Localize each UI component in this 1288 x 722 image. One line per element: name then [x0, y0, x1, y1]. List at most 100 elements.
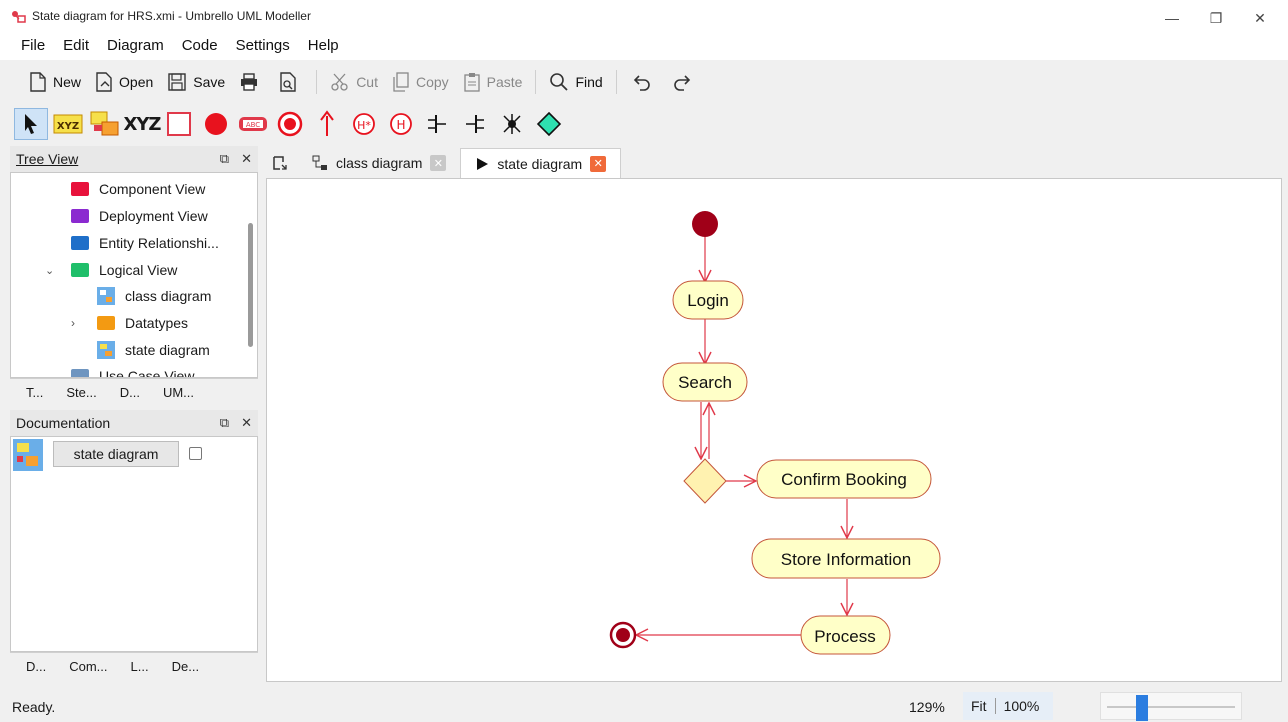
initial-state-tool-button[interactable]: [199, 108, 233, 140]
choice-node[interactable]: [683, 458, 727, 504]
state-process[interactable]: Process: [800, 615, 891, 655]
deep-history-icon: H*: [353, 113, 375, 135]
fork-tool-button[interactable]: [421, 108, 455, 140]
tree-item-use-case-view[interactable]: Use Case View: [71, 363, 194, 377]
documentation-checkbox[interactable]: [189, 447, 202, 460]
zoom-controls: Fit 100%: [963, 692, 1053, 720]
final-state-icon: [277, 111, 303, 137]
status-message: Ready.: [12, 699, 56, 715]
tab-uml[interactable]: UM...: [153, 385, 207, 400]
slider-track: [1107, 706, 1235, 708]
paste-label: Paste: [486, 74, 523, 90]
tab-debug[interactable]: De...: [162, 659, 212, 674]
float-icon[interactable]: ⧉: [220, 415, 229, 431]
tab-log[interactable]: L...: [121, 659, 162, 674]
tab-documentation[interactable]: D...: [16, 659, 59, 674]
state-search[interactable]: Search: [662, 362, 748, 402]
left-dock: Tree View ⧉ ✕ Component View Deployment V…: [10, 146, 258, 680]
new-button[interactable]: New: [22, 67, 88, 97]
tree-item-label: Entity Relationshi...: [99, 235, 219, 251]
tab-command-history[interactable]: Com...: [59, 659, 120, 674]
tree-item-component-view[interactable]: Component View: [71, 176, 205, 202]
join-tool-button[interactable]: [458, 108, 492, 140]
state-store-information[interactable]: Store Information: [751, 538, 941, 579]
tree-item-class-diagram[interactable]: class diagram: [97, 283, 211, 309]
fit-button[interactable]: Fit: [963, 698, 996, 714]
print-button[interactable]: [232, 67, 272, 97]
undo-button[interactable]: [623, 67, 665, 97]
box-icon: [167, 112, 191, 136]
tree-item-logical-view[interactable]: ⌄ Logical View: [45, 257, 177, 283]
select-tool-button[interactable]: [14, 108, 48, 140]
text-tool-button[interactable]: XYZ: [124, 108, 162, 140]
shallow-history-tool-button[interactable]: H: [384, 108, 418, 140]
toolbar-separator: [316, 70, 318, 94]
slider-thumb[interactable]: [1136, 695, 1148, 721]
documentation-header: Documentation ⧉ ✕: [10, 410, 258, 436]
tree-item-entity-relationship[interactable]: Entity Relationshi...: [71, 230, 219, 256]
scissors-icon: [331, 73, 348, 91]
save-label: Save: [193, 74, 226, 90]
tab-tree[interactable]: T...: [16, 385, 56, 400]
chevron-right-icon[interactable]: ›: [71, 316, 97, 330]
close-window-button[interactable]: ✕: [1240, 6, 1280, 30]
state-process-label: Process: [814, 627, 875, 646]
print-preview-button[interactable]: [272, 67, 310, 97]
tree-item-state-diagram[interactable]: state diagram: [97, 337, 210, 363]
tab-label: state diagram: [497, 155, 583, 172]
main-toolbar: New Open Save Cut Copy Paste Find: [0, 62, 1288, 102]
minimize-icon: —: [1165, 10, 1179, 26]
menu-file[interactable]: File: [12, 34, 54, 60]
state-diagram-icon: [13, 439, 43, 471]
tree-item-deployment-view[interactable]: Deployment View: [71, 203, 208, 229]
final-state-tool-button[interactable]: [273, 108, 307, 140]
menu-edit[interactable]: Edit: [54, 34, 98, 60]
menu-code[interactable]: Code: [173, 34, 227, 60]
zoom-100-button[interactable]: 100%: [996, 698, 1048, 714]
paste-button[interactable]: Paste: [456, 67, 530, 97]
save-button[interactable]: Save: [160, 67, 232, 97]
restore-button[interactable]: ❐: [1196, 6, 1236, 30]
tree-item-datatypes[interactable]: › Datatypes: [71, 310, 188, 336]
float-icon[interactable]: ⧉: [220, 151, 229, 167]
find-button[interactable]: Find: [542, 67, 609, 97]
menu-settings[interactable]: Settings: [227, 34, 299, 60]
close-icon: ✕: [1254, 9, 1266, 26]
diagram-tabs: class diagram ✕ state diagram ✕: [262, 146, 1282, 178]
redo-button[interactable]: [665, 67, 707, 97]
tab-class-diagram[interactable]: class diagram ✕: [298, 148, 460, 178]
diagram-name-button[interactable]: state diagram: [53, 441, 179, 467]
tab-state-diagram[interactable]: state diagram ✕: [460, 148, 622, 178]
tree-scrollbar[interactable]: [248, 223, 253, 347]
junction-tool-button[interactable]: [495, 108, 529, 140]
menu-diagram[interactable]: Diagram: [98, 34, 173, 60]
state-login[interactable]: Login: [672, 280, 744, 320]
composite-state-tool-button[interactable]: [88, 108, 122, 140]
close-icon[interactable]: ✕: [241, 151, 252, 167]
activity-tool-button[interactable]: ABC: [236, 108, 270, 140]
close-tab-icon[interactable]: ✕: [430, 155, 447, 171]
new-tab-button[interactable]: [262, 148, 298, 178]
deep-history-tool-button[interactable]: H*: [347, 108, 381, 140]
state-tool-button[interactable]: XYZ: [51, 108, 85, 140]
initial-state[interactable]: [692, 211, 718, 237]
transition-tool-button[interactable]: [310, 108, 344, 140]
close-icon[interactable]: ✕: [241, 415, 252, 431]
final-state[interactable]: [609, 621, 637, 649]
minimize-button[interactable]: —: [1152, 6, 1192, 30]
copy-button[interactable]: Copy: [385, 67, 456, 97]
tab-diagrams[interactable]: D...: [110, 385, 153, 400]
box-tool-button[interactable]: [162, 108, 196, 140]
state-confirm-booking[interactable]: Confirm Booking: [756, 459, 932, 499]
choice-tool-button[interactable]: [532, 108, 566, 140]
open-button[interactable]: Open: [88, 67, 160, 97]
cut-button[interactable]: Cut: [323, 67, 385, 97]
initial-state-icon: [205, 113, 227, 135]
tree-item-label: state diagram: [125, 342, 210, 358]
tab-stereotypes[interactable]: Ste...: [56, 385, 109, 400]
close-tab-icon[interactable]: ✕: [590, 155, 607, 172]
diagram-canvas[interactable]: Login Search Confirm Booking Store Infor…: [266, 178, 1282, 682]
menu-help[interactable]: Help: [299, 34, 348, 60]
zoom-slider[interactable]: [1100, 692, 1242, 721]
chevron-down-icon[interactable]: ⌄: [45, 264, 71, 277]
